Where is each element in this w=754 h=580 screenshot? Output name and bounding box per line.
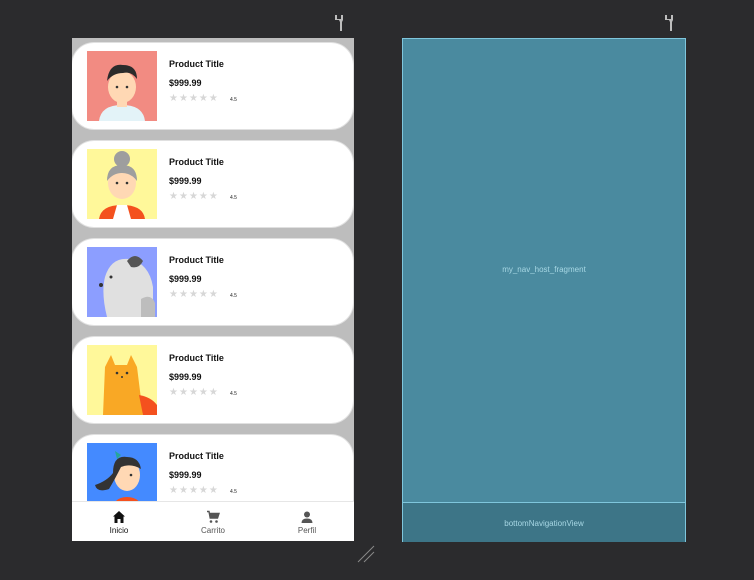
rating-value: 4.5	[230, 97, 237, 103]
product-list[interactable]: Product Title $999.99 ★ ★ ★ ★ ★ 4.5 Product …	[72, 38, 354, 501]
product-image	[87, 443, 157, 501]
product-image	[87, 247, 157, 317]
star-icon: ★	[208, 289, 218, 300]
star-icon: ★	[188, 387, 198, 398]
star-icon: ★	[188, 191, 198, 202]
star-icon: ★	[169, 191, 178, 202]
product-card[interactable]: Product Title $999.99 ★ ★ ★ ★ ★ 4.5	[72, 141, 353, 227]
star-icon: ★	[208, 387, 218, 398]
bottom-navigation: Inicio Carrito Perfil	[72, 501, 354, 541]
rating-bar[interactable]: ★ ★ ★ ★ ★	[169, 94, 218, 104]
star-icon: ★	[169, 485, 178, 496]
product-card[interactable]: Product Title $999.99 ★ ★ ★ ★ ★ 4.5	[72, 43, 353, 129]
blueprint-view[interactable]: my_nav_host_fragment bottomNavigationVie…	[402, 38, 686, 542]
product-price: $999.99	[169, 176, 202, 186]
cart-icon	[207, 510, 220, 523]
home-icon	[113, 511, 125, 523]
star-icon: ★	[169, 387, 178, 398]
star-icon: ★	[188, 93, 198, 104]
star-icon: ★	[178, 289, 188, 300]
product-price: $999.99	[169, 372, 202, 382]
star-icon: ★	[178, 93, 188, 104]
rating-bar[interactable]: ★ ★ ★ ★ ★	[169, 290, 218, 300]
rating-bar[interactable]: ★ ★ ★ ★ ★	[169, 388, 218, 398]
product-title: Product Title	[169, 255, 224, 265]
product-price: $999.99	[169, 78, 202, 88]
nav-item-profile[interactable]: Perfil	[260, 502, 354, 541]
product-image	[87, 51, 157, 121]
product-image	[87, 345, 157, 415]
nav-label: Carrito	[200, 526, 225, 535]
star-icon: ★	[208, 485, 218, 496]
nav-label: Inicio	[109, 526, 129, 535]
nav-host-fragment-label: my_nav_host_fragment	[502, 265, 586, 274]
nav-item-cart[interactable]: Carrito	[166, 502, 260, 541]
star-icon: ★	[169, 289, 178, 300]
product-title: Product Title	[169, 59, 224, 69]
nav-label: Perfil	[297, 526, 317, 535]
product-image	[87, 149, 157, 219]
person-icon	[301, 511, 313, 523]
design-preview: Product Title $999.99 ★ ★ ★ ★ ★ 4.5 Product …	[72, 38, 354, 541]
star-icon: ★	[178, 387, 188, 398]
star-icon: ★	[198, 485, 208, 496]
product-card[interactable]: Product Title $999.99 ★ ★ ★ ★ ★ 4.5	[72, 239, 353, 325]
rating-value: 4.5	[230, 391, 237, 397]
product-card[interactable]: Product Title $999.99 ★ ★ ★ ★ ★ 4.5	[72, 435, 353, 501]
wrench-icon[interactable]	[334, 14, 348, 32]
star-icon: ★	[188, 485, 198, 496]
product-price: $999.99	[169, 274, 202, 284]
product-card[interactable]: Product Title $999.99 ★ ★ ★ ★ ★ 4.5	[72, 337, 353, 423]
rating-value: 4.5	[230, 293, 237, 299]
star-icon: ★	[208, 191, 218, 202]
star-icon: ★	[188, 289, 198, 300]
star-icon: ★	[169, 93, 178, 104]
rating-value: 4.5	[230, 195, 237, 201]
nav-item-home[interactable]: Inicio	[72, 502, 166, 541]
star-icon: ★	[198, 191, 208, 202]
bottom-navigation-blueprint[interactable]: bottomNavigationView	[403, 502, 685, 542]
product-title: Product Title	[169, 451, 224, 461]
product-title: Product Title	[169, 157, 224, 167]
star-icon: ★	[208, 93, 218, 104]
star-icon: ★	[178, 485, 188, 496]
wrench-icon[interactable]	[664, 14, 678, 32]
rating-bar[interactable]: ★ ★ ★ ★ ★	[169, 192, 218, 202]
star-icon: ★	[198, 387, 208, 398]
rating-bar[interactable]: ★ ★ ★ ★ ★	[169, 486, 218, 496]
rating-value: 4.5	[230, 489, 237, 495]
bottom-navigation-label: bottomNavigationView	[504, 519, 584, 528]
star-icon: ★	[198, 93, 208, 104]
star-icon: ★	[198, 289, 208, 300]
product-title: Product Title	[169, 353, 224, 363]
star-icon: ★	[178, 191, 188, 202]
product-price: $999.99	[169, 470, 202, 480]
resize-handle[interactable]	[356, 544, 376, 564]
